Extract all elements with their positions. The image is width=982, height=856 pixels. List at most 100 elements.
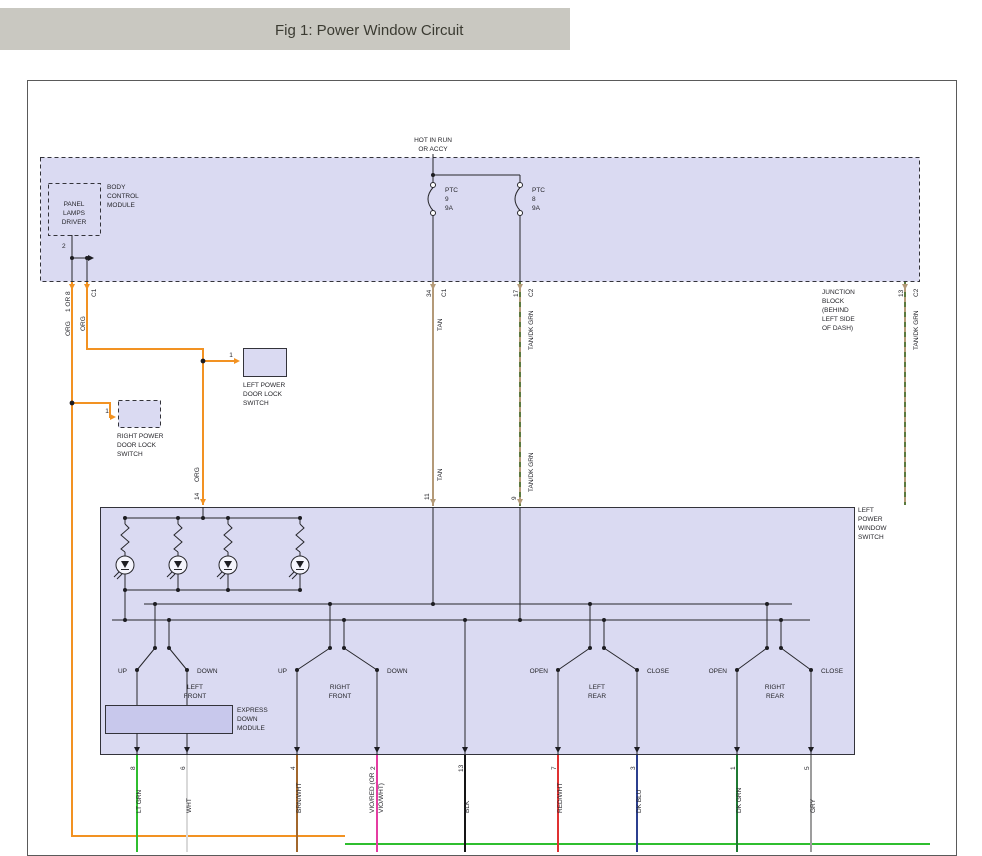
rr-name-line1: RIGHT	[765, 684, 785, 691]
left-door-lock-line2: DOOR LOCK	[243, 391, 283, 398]
bcm-label-line3: MODULE	[107, 202, 135, 209]
dot	[226, 516, 230, 520]
dot	[375, 668, 379, 672]
dot	[135, 668, 139, 672]
dot	[602, 646, 606, 650]
express-label-line2: DOWN	[237, 716, 258, 723]
dot	[226, 588, 230, 592]
lf-name-line1: LEFT	[187, 684, 203, 691]
dot	[298, 516, 302, 520]
dot	[779, 646, 783, 650]
dot	[735, 668, 739, 672]
express-label-line1: EXPRESS	[237, 707, 268, 714]
pin-11-label: 11	[424, 493, 431, 500]
dot	[167, 618, 171, 622]
tangrn-label-right: TAN/DK GRN	[913, 310, 920, 350]
dot	[298, 588, 302, 592]
right-door-lock-box	[119, 401, 161, 428]
pin-9-label: 9	[511, 496, 518, 500]
panel-lamps-line2: LAMPS	[63, 210, 86, 217]
exit-d-pin: 13	[898, 289, 905, 297]
color-wht: WHT	[186, 798, 193, 813]
bcm-label-line2: CONTROL	[107, 193, 139, 200]
dot	[588, 602, 592, 606]
pin-2: 2	[370, 766, 377, 770]
express-label-line3: MODULE	[237, 725, 265, 732]
dot	[588, 646, 592, 650]
color-brn-wht: BRN/WHT	[296, 783, 303, 813]
tangrn-label-lower: TAN/DK GRN	[528, 452, 535, 492]
jblock-line1: JUNCTION	[822, 289, 855, 296]
color-gry: GRY	[810, 798, 817, 813]
dot	[153, 602, 157, 606]
dot	[70, 256, 74, 260]
express-down-module-box	[106, 706, 233, 734]
dot	[342, 646, 346, 650]
panel-lamps-line1: PANEL	[64, 201, 85, 208]
lf-name-line2: FRONT	[184, 693, 206, 700]
dot	[342, 618, 346, 622]
pin-4: 4	[290, 766, 297, 770]
breaker1-terminal-top	[431, 183, 436, 188]
dot	[201, 516, 205, 520]
pin-7: 7	[551, 766, 558, 770]
right-door-lock-line1: RIGHT POWER	[117, 433, 164, 440]
exit-a-pin: 1 OR 8	[65, 291, 72, 312]
dot	[809, 668, 813, 672]
color-vio-red-1: VIO/RED (OR	[369, 772, 376, 813]
lf-right-label: DOWN	[197, 668, 218, 675]
jblock-line2: BLOCK	[822, 298, 845, 305]
dot	[70, 401, 75, 406]
left-door-lock-line3: SWITCH	[243, 400, 269, 407]
hot-feed-line2: OR ACCY	[418, 146, 448, 153]
pin-8: 8	[130, 766, 137, 770]
lr-right-label: CLOSE	[647, 668, 670, 675]
exit-c-pin: 17	[513, 289, 520, 297]
left-door-lock-line1: LEFT POWER	[243, 382, 285, 389]
color-red-wht: RED/WHT	[557, 783, 564, 813]
exit-d-conn: C2	[913, 288, 920, 297]
tan-label-upper: TAN	[437, 318, 444, 331]
dot	[295, 668, 299, 672]
dot	[431, 173, 435, 177]
dot	[185, 668, 189, 672]
figure-title: Fig 1: Power Window Circuit	[275, 22, 464, 39]
dot	[765, 602, 769, 606]
rf-name-line1: RIGHT	[330, 684, 350, 691]
right-door-lock-pin: 1	[105, 408, 109, 415]
jblock-line3: (BEHIND	[822, 307, 849, 314]
breaker2-terminal-bottom	[518, 211, 523, 216]
dot	[518, 618, 522, 622]
dot	[85, 256, 89, 260]
rr-name-line2: REAR	[766, 693, 784, 700]
rf-left-label: UP	[278, 668, 287, 675]
org-label-b: ORG	[80, 316, 87, 331]
color-dk-grn: DK GRN	[736, 787, 743, 813]
exit-b-conn: C1	[441, 288, 448, 297]
window-switch-line1: LEFT	[858, 507, 874, 514]
org-label-lower: ORG	[194, 467, 201, 482]
window-switch: LEFT POWER WINDOW SWITCH	[101, 507, 888, 755]
tan-label-lower: TAN	[437, 468, 444, 481]
left-door-lock-pin: 1	[229, 352, 233, 359]
dot	[602, 618, 606, 622]
pin-6: 6	[180, 766, 187, 770]
pin-1: 1	[730, 766, 737, 770]
window-switch-line4: SWITCH	[858, 534, 884, 541]
breaker1-label-line2: 9	[445, 196, 449, 203]
panel-lamps-line3: DRIVER	[62, 219, 87, 226]
window-switch-line2: POWER	[858, 516, 883, 523]
rr-left-label: OPEN	[709, 668, 728, 675]
rf-right-label: DOWN	[387, 668, 408, 675]
dot	[176, 588, 180, 592]
lr-name-line1: LEFT	[589, 684, 605, 691]
right-door-lock-line2: DOOR LOCK	[117, 442, 157, 449]
rf-name-line2: FRONT	[329, 693, 351, 700]
lf-left-label: UP	[118, 668, 127, 675]
exit-a-conn: C1	[91, 288, 98, 297]
jblock-line5: OF DASH)	[822, 325, 853, 332]
dot	[328, 646, 332, 650]
bcm-pin-2: 2	[62, 243, 66, 250]
title-bar: Fig 1: Power Window Circuit	[0, 8, 570, 50]
left-door-lock-box	[244, 349, 287, 377]
